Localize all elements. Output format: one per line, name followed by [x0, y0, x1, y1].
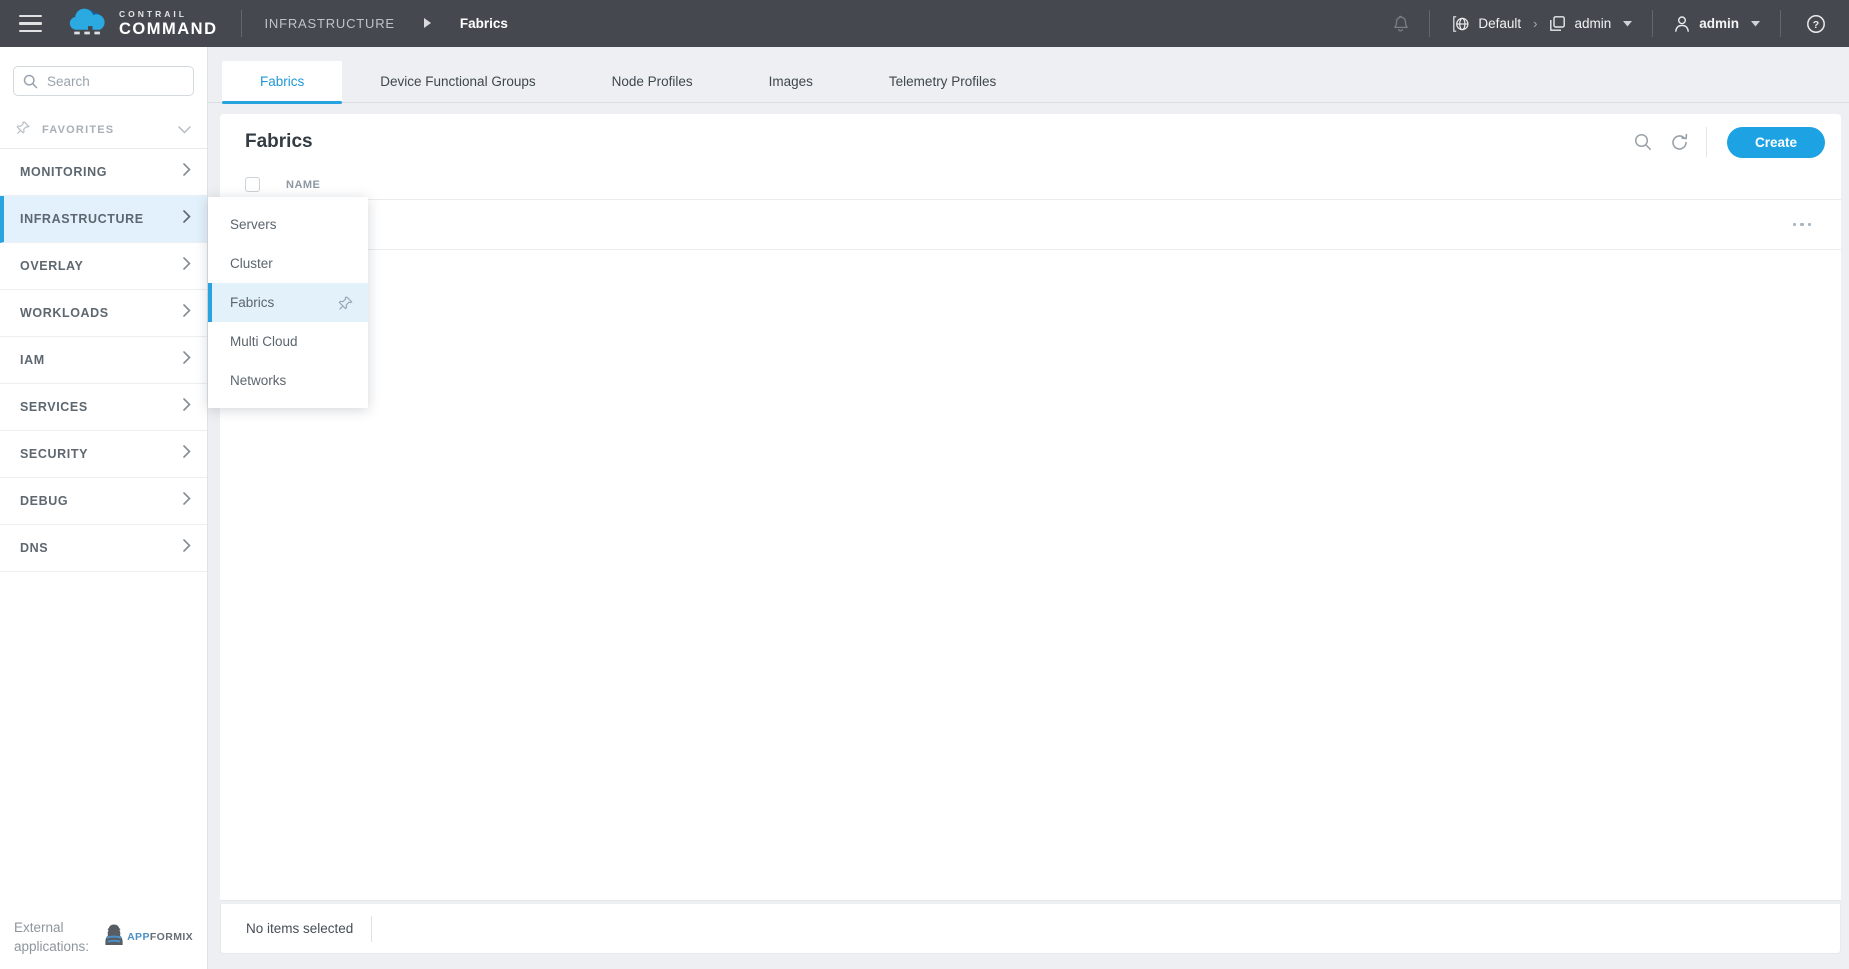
sidebar: FAVORITES MONITORING INFRASTRUCTURE OVER… [0, 47, 208, 969]
brand-line1: CONTRAIL [119, 8, 187, 19]
domain-selector[interactable]: Default [1452, 15, 1521, 33]
submenu-item-networks[interactable]: Networks [208, 361, 368, 400]
breadcrumb-page: Fabrics [459, 16, 508, 31]
hamburger-menu-icon[interactable] [19, 14, 42, 33]
chevron-right-icon [183, 492, 191, 510]
tab-node-profiles[interactable]: Node Profiles [574, 61, 731, 102]
user-person-icon [1673, 15, 1691, 33]
project-label: admin [1574, 16, 1612, 31]
table-row[interactable] [220, 200, 1841, 250]
project-layers-icon [1549, 15, 1566, 32]
chevron-right-icon [183, 351, 191, 369]
sidebar-item-infrastructure[interactable]: INFRASTRUCTURE [0, 196, 207, 243]
user-label: admin [1699, 16, 1739, 31]
user-menu[interactable]: admin [1673, 15, 1760, 33]
chevron-right-icon [183, 398, 191, 416]
sidebar-item-services[interactable]: SERVICES [0, 384, 207, 431]
tab-device-functional-groups[interactable]: Device Functional Groups [342, 61, 573, 102]
appformix-name-part2: Formix [149, 931, 194, 944]
column-header-name: NAME [286, 178, 321, 191]
submenu-item-servers[interactable]: Servers [208, 205, 368, 244]
top-header: CONTRAIL COMMAND INFRASTRUCTURE Fabrics [0, 0, 1849, 47]
appformix-name-part1: App [127, 931, 150, 944]
tab-telemetry-profiles[interactable]: Telemetry Profiles [851, 61, 1034, 102]
divider [371, 915, 373, 942]
table-header: NAME [220, 170, 1841, 200]
sidebar-item-overlay[interactable]: OVERLAY [0, 243, 207, 290]
breadcrumb-caret-icon [423, 15, 431, 33]
tab-bar: Fabrics Device Functional Groups Node Pr… [208, 47, 1849, 104]
pin-icon[interactable] [338, 295, 354, 311]
submenu-item-multi-cloud[interactable]: Multi Cloud [208, 322, 368, 361]
sidebar-item-iam[interactable]: IAM [0, 337, 207, 384]
breadcrumb-section[interactable]: INFRASTRUCTURE [265, 16, 395, 31]
select-all-checkbox[interactable] [245, 177, 260, 192]
favorites-label: FAVORITES [42, 123, 115, 136]
appformix-link[interactable]: App Formix [103, 923, 193, 951]
domain-label: Default [1478, 16, 1522, 31]
brand-line2: COMMAND [119, 20, 218, 38]
chevron-right-icon [183, 445, 191, 463]
chevron-right-icon [183, 257, 191, 275]
sidebar-item-dns[interactable]: DNS [0, 525, 207, 572]
sidebar-search-input[interactable] [13, 66, 194, 96]
main-area: Fabrics Device Functional Groups Node Pr… [208, 47, 1849, 969]
help-icon[interactable]: ? [1801, 9, 1831, 39]
selection-footer: No items selected [220, 904, 1841, 954]
tab-images[interactable]: Images [731, 61, 851, 102]
chevron-down-icon [178, 121, 191, 139]
external-applications: External applications: App Formix [14, 918, 201, 957]
sidebar-item-debug[interactable]: DEBUG [0, 478, 207, 525]
appformix-logo-icon [103, 923, 125, 951]
page-title: Fabrics [245, 131, 313, 152]
search-icon [23, 74, 38, 94]
row-actions-ellipsis-icon[interactable] [1791, 217, 1814, 233]
domain-globe-icon [1452, 15, 1470, 33]
divider [240, 10, 242, 37]
divider [1706, 127, 1707, 157]
breadcrumb: INFRASTRUCTURE Fabrics [265, 15, 508, 33]
create-button[interactable]: Create [1727, 126, 1825, 158]
sidebar-item-workloads[interactable]: WORKLOADS [0, 290, 207, 337]
chevron-right-icon [183, 163, 191, 181]
divider [1652, 10, 1654, 37]
chevron-right-icon [183, 304, 191, 322]
chevron-right-icon [183, 539, 191, 557]
selection-status: No items selected [246, 921, 354, 936]
table-search-icon[interactable] [1628, 127, 1658, 157]
pin-icon [16, 120, 31, 140]
project-selector[interactable]: admin [1549, 15, 1633, 32]
brand-logo[interactable]: CONTRAIL COMMAND [66, 5, 218, 43]
notification-bell-icon[interactable] [1385, 9, 1415, 39]
divider [1780, 10, 1781, 37]
user-caret-down-icon [1751, 20, 1760, 27]
domain-project-separator: › [1533, 16, 1538, 31]
submenu-item-fabrics[interactable]: Fabrics [208, 283, 368, 322]
favorites-toggle[interactable]: FAVORITES [0, 111, 207, 149]
cloud-logo-icon [66, 5, 110, 43]
svg-text:?: ? [1813, 19, 1819, 31]
sidebar-item-monitoring[interactable]: MONITORING [0, 149, 207, 196]
sidebar-item-security[interactable]: SECURITY [0, 431, 207, 478]
chevron-right-icon [183, 210, 191, 228]
project-caret-down-icon [1623, 20, 1633, 27]
content-panel: Fabrics Create NAME [220, 114, 1841, 901]
external-applications-label: External applications: [14, 919, 90, 955]
divider [1429, 10, 1431, 37]
submenu-item-cluster[interactable]: Cluster [208, 244, 368, 283]
refresh-icon[interactable] [1664, 127, 1694, 157]
infrastructure-submenu: Servers Cluster Fabrics Multi Cloud Netw… [208, 197, 368, 408]
tab-fabrics[interactable]: Fabrics [222, 61, 343, 104]
